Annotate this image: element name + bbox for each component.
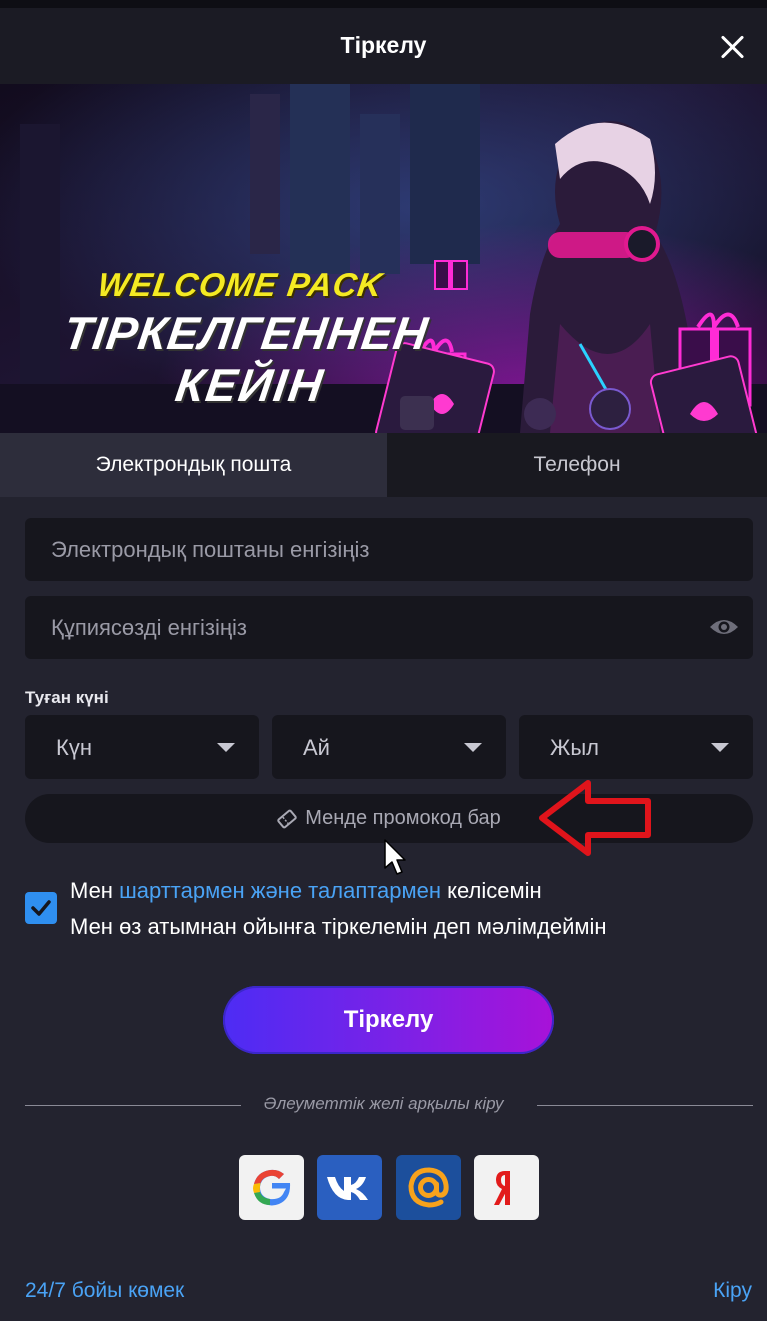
password-field (25, 596, 753, 659)
yandex-login-button[interactable] (474, 1155, 539, 1220)
caret-down-icon (217, 743, 235, 752)
agreement-line-1: Мен шарттармен және талаптармен келісемі… (70, 876, 542, 906)
top-strip (0, 0, 767, 8)
month-select-value: Ай (303, 735, 330, 760)
birthdate-label: Туған күні (25, 688, 109, 707)
yandex-icon (494, 1171, 510, 1205)
registration-tabs: Электрондық пошта Телефон (0, 433, 767, 497)
banner-subheadline: ТІРКЕЛГЕННЕН (60, 307, 432, 359)
promo-banner: WELCOME PACK ТІРКЕЛГЕННЕН КЕЙІН (0, 84, 767, 433)
mouse-cursor-icon (384, 839, 406, 875)
promo-code-label: Менде промокод бар (305, 807, 501, 829)
agreement-line-2: Мен өз атымнан ойынға тіркелемін деп мәл… (70, 914, 607, 939)
banner-artwork (0, 84, 767, 433)
month-select[interactable]: Ай (272, 715, 506, 779)
ticket-icon (277, 809, 297, 828)
support-link[interactable]: 24/7 бойы көмек (25, 1279, 184, 1303)
tab-phone[interactable]: Телефон (387, 433, 767, 497)
agreement-suffix: келісемін (447, 878, 542, 903)
email-input[interactable] (25, 518, 753, 581)
year-select[interactable]: Жыл (519, 715, 753, 779)
login-link[interactable]: Кіру (713, 1279, 752, 1303)
mail-login-button[interactable] (396, 1155, 461, 1220)
email-field (25, 518, 753, 581)
social-login-label: Әлеуметтік желі арқылы кіру (263, 1094, 504, 1113)
vk-login-button[interactable] (317, 1155, 382, 1220)
tab-email[interactable]: Электрондық пошта (0, 433, 387, 497)
vk-icon (327, 1177, 368, 1200)
google-login-button[interactable] (239, 1155, 304, 1220)
checkmark-icon (31, 900, 51, 916)
terms-link[interactable]: шарттармен және талаптармен (119, 878, 441, 903)
modal-header: Тіркелу (0, 8, 767, 84)
close-icon[interactable] (719, 34, 745, 60)
eye-icon[interactable] (709, 616, 739, 638)
agree-checkbox[interactable] (25, 892, 57, 924)
year-select-value: Жыл (550, 735, 599, 760)
annotation-arrow-icon (539, 780, 651, 856)
caret-down-icon (711, 743, 729, 752)
register-button[interactable]: Тіркелу (223, 986, 554, 1054)
day-select[interactable]: Күн (25, 715, 259, 779)
day-select-value: Күн (56, 735, 92, 760)
google-icon (253, 1169, 291, 1206)
modal-title: Тіркелу (340, 32, 427, 58)
banner-headline: WELCOME PACK (95, 266, 386, 303)
at-icon (408, 1167, 449, 1208)
banner-subheadline-2: КЕЙІН (172, 359, 328, 411)
agreement-prefix: Мен (70, 878, 113, 903)
caret-down-icon (464, 743, 482, 752)
password-input[interactable] (25, 596, 753, 659)
